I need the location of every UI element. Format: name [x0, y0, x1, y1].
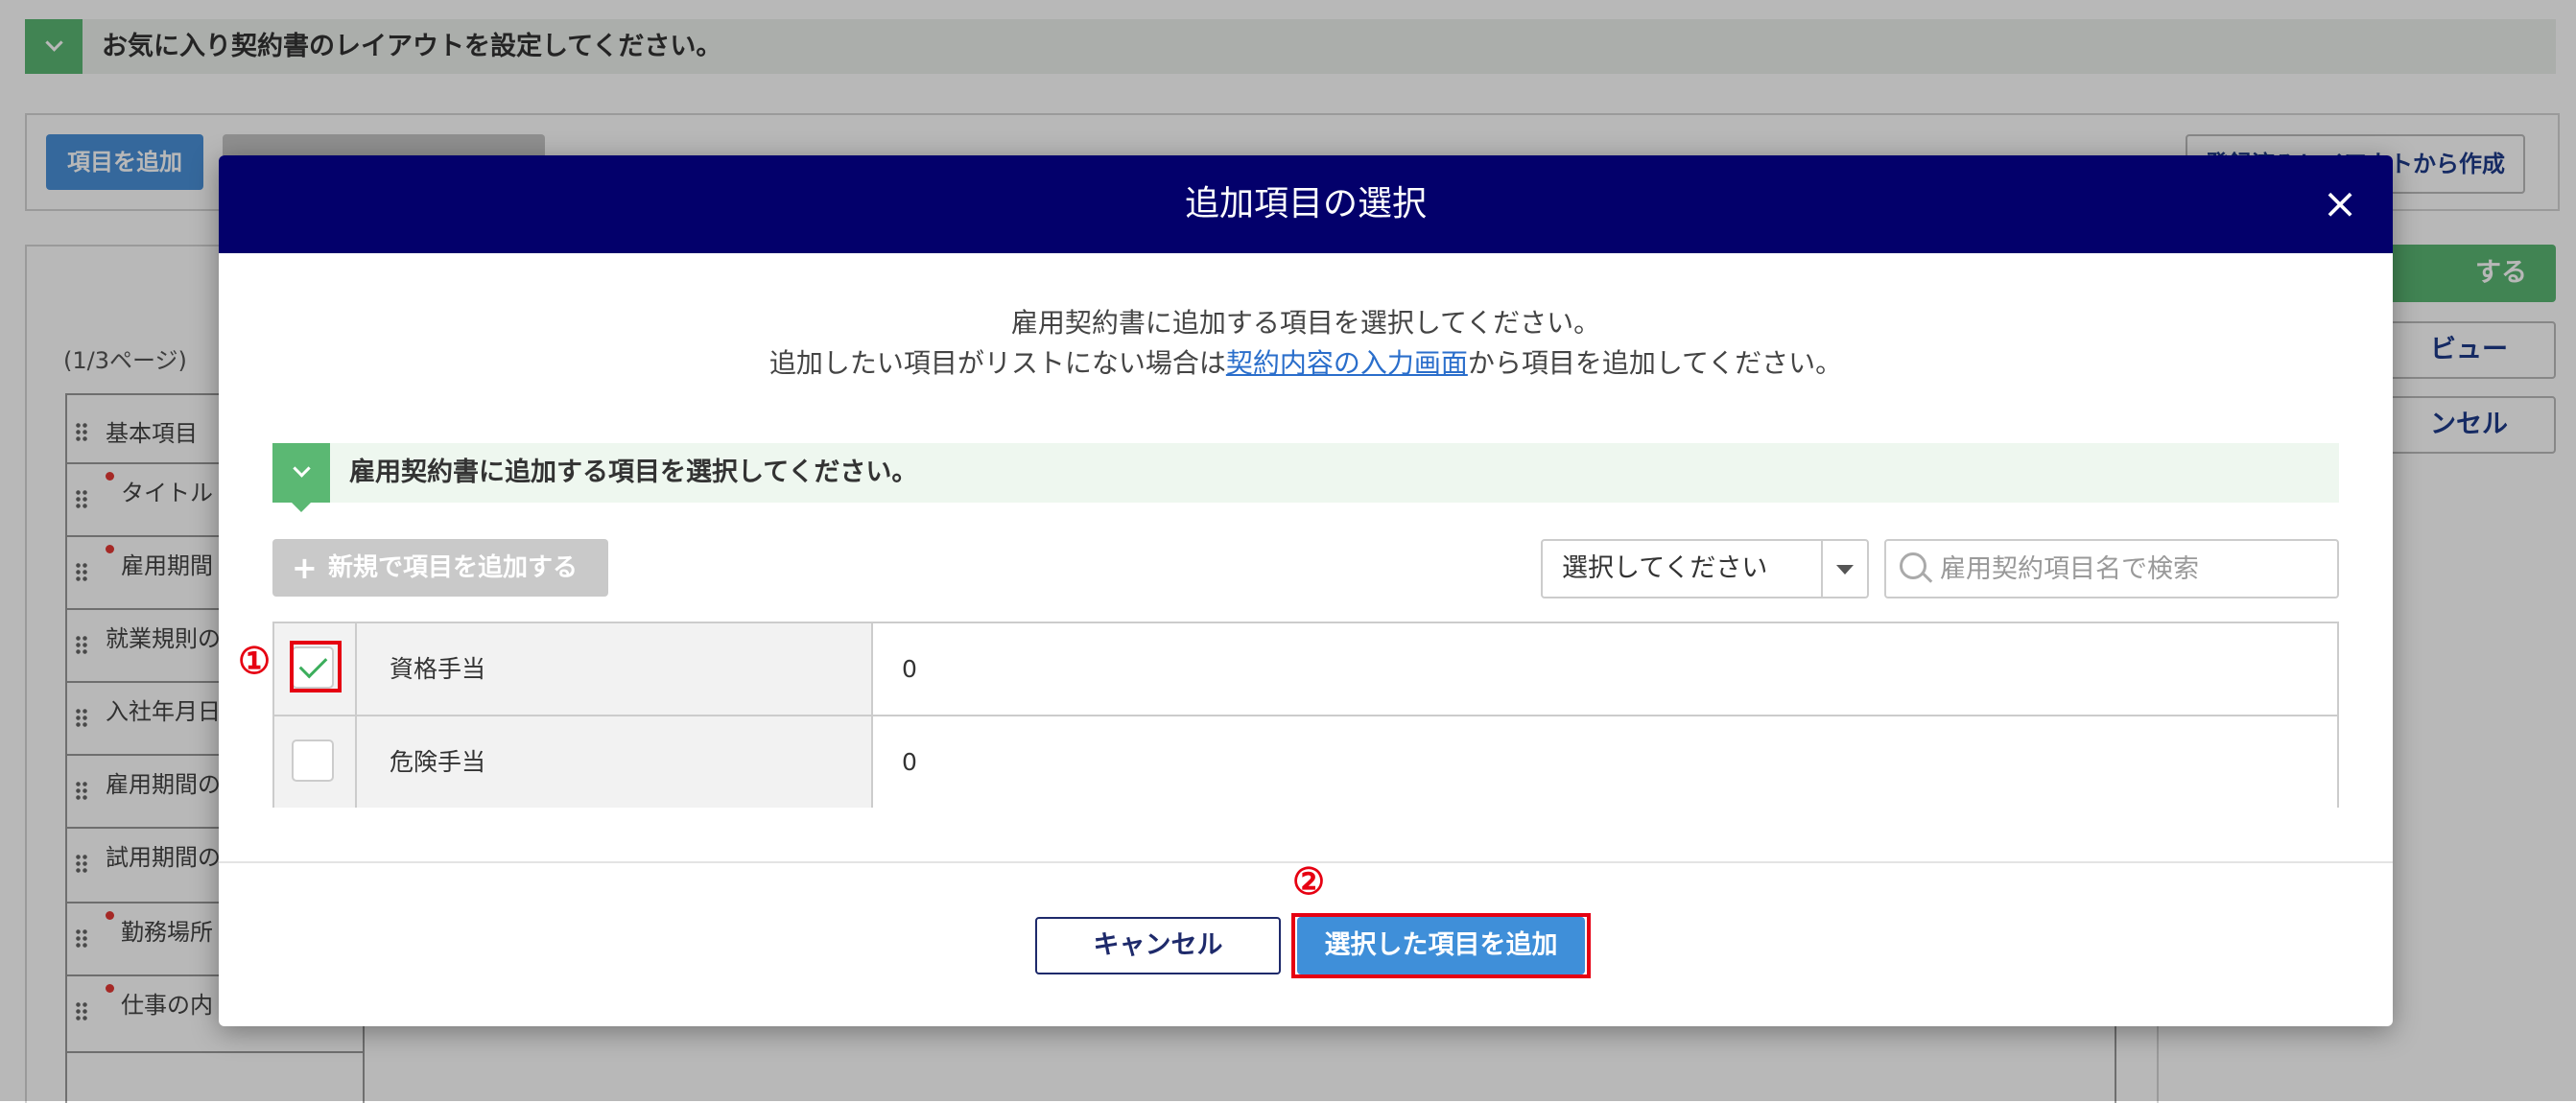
item-value-cell: 0	[873, 716, 2337, 808]
item-value: 0	[902, 655, 917, 683]
modal-header: 追加項目の選択 ×	[219, 155, 2393, 253]
highlight-box-checkbox	[290, 641, 342, 692]
modal-title: 追加項目の選択	[1184, 184, 1427, 223]
table-row[interactable]: 資格手当 0	[274, 623, 2337, 716]
item-value: 0	[902, 748, 917, 776]
item-name: 危険手当	[390, 748, 486, 776]
contract-input-link[interactable]: 契約内容の入力画面	[1226, 347, 1468, 379]
page: お気に入り契約書のレイアウトを設定してください。 項目を追加 登録済みレイアウト…	[0, 0, 2576, 1103]
cancel-button[interactable]: キャンセル	[1035, 917, 1281, 974]
plus-icon: +	[292, 550, 318, 586]
close-icon[interactable]: ×	[2316, 180, 2364, 228]
table-row[interactable]: 危険手当 0	[274, 716, 2337, 808]
category-select[interactable]: 選択してください	[1541, 539, 1869, 598]
item-table: 資格手当 0 危険手当 0	[272, 622, 2339, 808]
category-select-value: 選択してください	[1562, 553, 1768, 583]
item-name-cell: 資格手当	[357, 623, 873, 715]
item-value-cell: 0	[873, 623, 2337, 715]
chevron-down-icon[interactable]	[272, 443, 330, 512]
caret-down-icon[interactable]	[1836, 565, 1854, 575]
select-divider	[1821, 541, 1823, 597]
section-title: 雇用契約書に追加する項目を選択してください。	[349, 458, 918, 487]
highlight-box-add-button	[1291, 913, 1591, 978]
step-marker-2: ②	[1292, 859, 1326, 903]
intro-line-1: 雇用契約書に追加する項目を選択してください。	[1010, 307, 1601, 339]
new-item-button[interactable]: + 新規で項目を追加する	[272, 539, 608, 597]
search-icon	[1900, 552, 1926, 579]
item-checkbox[interactable]	[292, 739, 334, 782]
intro-text-before: 追加したい項目がリストにない場合は	[768, 347, 1226, 379]
intro-line-2: 追加したい項目がリストにない場合は契約内容の入力画面から項目を追加してください。	[219, 343, 2393, 384]
item-name-cell: 危険手当	[357, 716, 873, 808]
step-marker-1: ①	[238, 639, 272, 682]
modal-intro: 雇用契約書に追加する項目を選択してください。 追加したい項目がリストにない場合は…	[219, 303, 2393, 384]
checkbox-cell[interactable]	[274, 716, 357, 808]
add-item-modal: 追加項目の選択 × 雇用契約書に追加する項目を選択してください。 追加したい項目…	[219, 155, 2393, 1026]
new-item-label: 新規で項目を追加する	[328, 553, 579, 582]
intro-text-after: から項目を追加してください。	[1467, 347, 1843, 379]
section-banner: 雇用契約書に追加する項目を選択してください。	[272, 443, 2339, 512]
search-input[interactable]	[1940, 541, 2324, 597]
item-name: 資格手当	[390, 655, 486, 683]
item-search	[1884, 539, 2339, 598]
